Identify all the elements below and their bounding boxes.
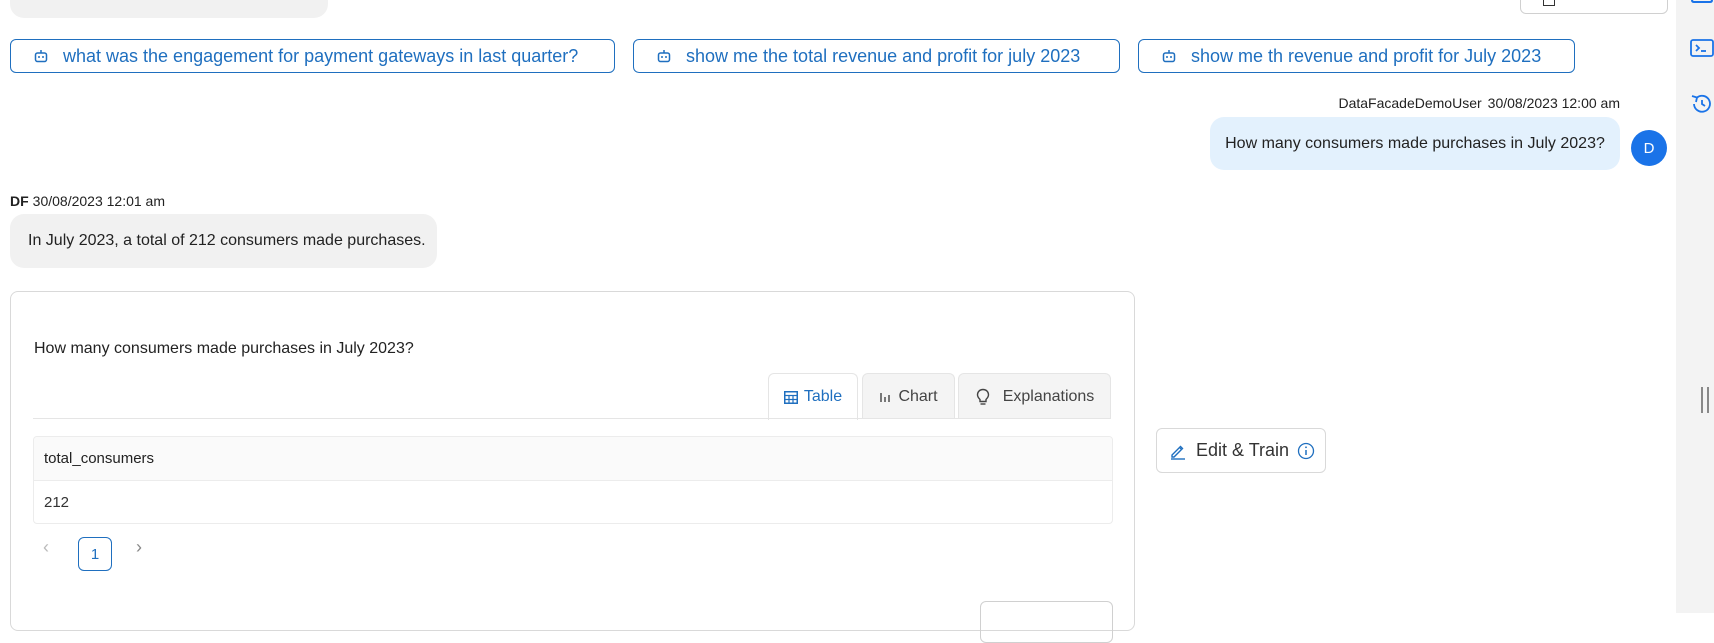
table-icon [783,390,798,404]
result-table: total_consumers 212 [33,436,1113,524]
tab-table[interactable]: Table [768,373,858,420]
bot-name: DF [10,193,29,209]
card-question: How many consumers made purchases in Jul… [34,340,414,357]
table-header-cell[interactable]: total_consumers [34,437,1112,481]
info-icon[interactable] [1297,442,1315,460]
tab-label: Explanations [1002,387,1095,405]
suggestion-chip[interactable]: what was the engagement for payment gate… [10,39,615,73]
previous-message-bubble [10,0,328,18]
tab-chart[interactable]: Chart [862,373,955,419]
tabs-divider [33,418,1111,419]
lightbulb-icon [976,388,989,405]
bot-timestamp: 30/08/2023 12:01 am [32,193,166,209]
bot-message-text: In July 2023, a total of 212 consumers m… [28,232,426,249]
user-message-text: How many consumers made purchases in Jul… [1225,134,1605,152]
user-timestamp: 30/08/2023 12:00 am [1487,95,1620,111]
robot-icon [657,50,671,63]
resize-handle-icon[interactable] [1700,387,1710,413]
suggestion-label: show me the total revenue and profit for… [686,45,1081,66]
result-card: How many consumers made purchases in Jul… [10,291,1135,643]
edit-train-label: Edit & Train [1196,440,1290,460]
pagination-page[interactable]: 1 [78,537,112,571]
chat-icon[interactable] [1690,0,1714,6]
user-message-bubble: How many consumers made purchases in Jul… [1210,117,1620,170]
suggestion-label: what was the engagement for payment gate… [63,45,579,66]
edit-train-button[interactable]: Edit & Train [1156,428,1326,473]
tab-label: Chart [898,387,938,405]
tab-label: Table [803,388,843,405]
user-name: DataFacadeDemoUser [1338,95,1482,111]
pagination-prev[interactable]: ‹ [43,537,49,558]
bot-message-meta: DF 30/08/2023 12:01 am [10,193,165,209]
suggestion-chip[interactable]: show me th revenue and profit for July 2… [1138,39,1575,73]
top-toolbar-button[interactable] [1520,0,1668,14]
suggestion-chip[interactable]: show me the total revenue and profit for… [633,39,1120,73]
history-icon[interactable] [1690,93,1714,115]
pagination-next[interactable]: › [136,537,142,558]
right-sidebar [1676,0,1714,613]
pencil-icon [1171,445,1185,460]
card-footer-button[interactable] [980,601,1113,643]
user-message-meta: DataFacadeDemoUser 30/08/2023 12:00 am [1338,95,1620,111]
tray-icon [1543,0,1555,6]
robot-icon [1162,50,1176,63]
avatar[interactable]: D [1631,130,1667,166]
terminal-icon[interactable] [1690,38,1714,58]
suggestion-label: show me th revenue and profit for July 2… [1191,45,1542,66]
tab-explanations[interactable]: Explanations [958,373,1111,419]
bar-chart-icon [880,393,891,402]
bot-message-bubble: In July 2023, a total of 212 consumers m… [10,214,437,268]
robot-icon [34,50,48,63]
table-cell: 212 [44,493,70,511]
